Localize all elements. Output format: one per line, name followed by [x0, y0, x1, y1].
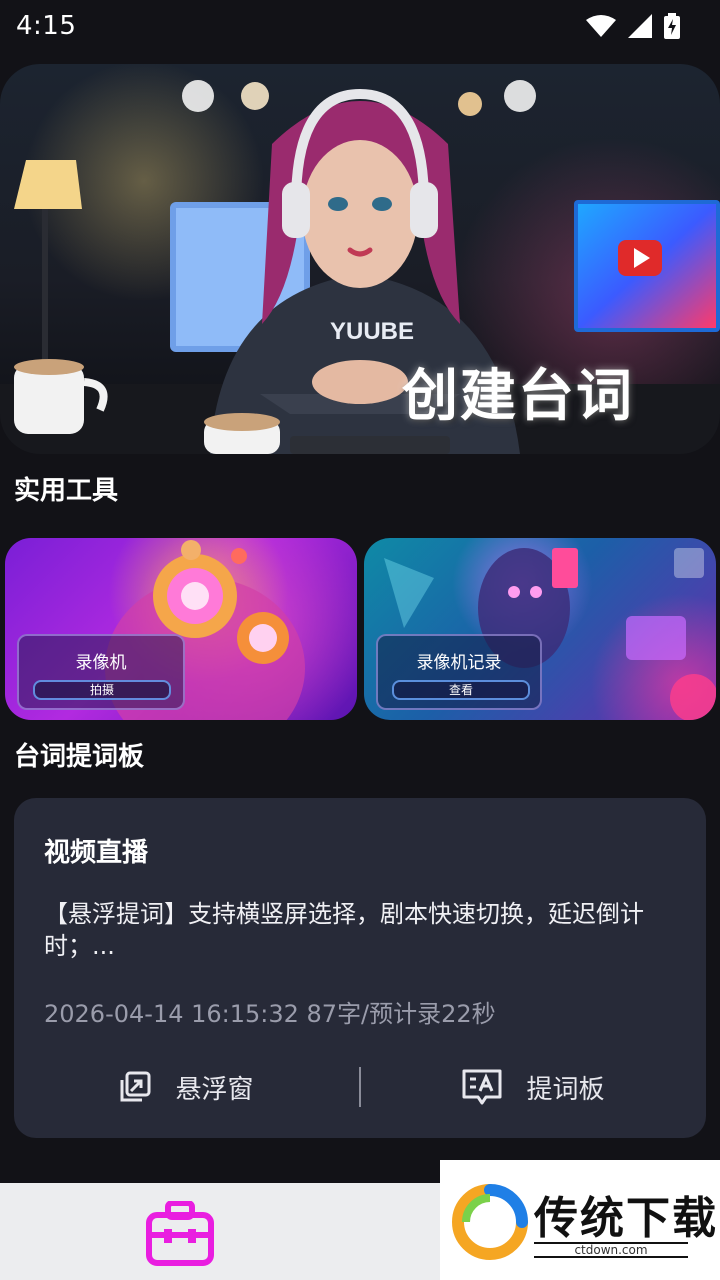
script-meta: 2026-04-14 16:15:32 87字/预计录22秒 [44, 1000, 496, 1028]
floating-window-button[interactable]: 悬浮窗 [14, 1067, 359, 1107]
shirt-text: YUUBE [330, 318, 414, 345]
toolbox-icon [146, 1200, 214, 1266]
camera-tool-name: 录像机 [75, 653, 127, 673]
status-time: 4:15 [16, 11, 77, 41]
status-bar: 4:15 [0, 0, 720, 52]
floating-window-label: 悬浮窗 [175, 1074, 254, 1105]
tools-section-title: 实用工具 [14, 476, 119, 506]
camera-tool-card[interactable]: 录像机 拍摄 [5, 538, 357, 720]
nav-tools-tab[interactable] [146, 1200, 214, 1271]
camera-tool-panel: 录像机 拍摄 [17, 634, 185, 710]
watermark-logo-icon [452, 1184, 528, 1260]
wifi-icon [586, 15, 616, 37]
board-section-title: 台词提词板 [14, 742, 145, 772]
script-description: 【悬浮提词】支持横竖屏选择，剧本快速切换，延迟倒计时；... [44, 900, 644, 960]
watermark-text: 传统下载 [534, 1193, 718, 1244]
create-script-banner[interactable]: YUUBE 创建台词 [0, 64, 720, 454]
script-actions: 悬浮窗 提词板 [14, 1064, 706, 1110]
teleprompter-label: 提词板 [526, 1074, 605, 1105]
floating-window-icon [120, 1071, 151, 1102]
script-card[interactable]: 视频直播 【悬浮提词】支持横竖屏选择，剧本快速切换，延迟倒计时；... 2026… [14, 798, 706, 1138]
teleprompter-button[interactable]: 提词板 [361, 1067, 706, 1107]
history-tool-name: 录像机记录 [416, 653, 502, 673]
teleprompter-icon [462, 1069, 502, 1105]
watermark-sub: ctdown.com [534, 1242, 688, 1258]
recording-history-card[interactable]: 录像机记录 查看 [364, 538, 716, 720]
status-icons [586, 13, 680, 39]
view-button[interactable]: 查看 [392, 680, 530, 700]
hero-title: 创建台词 [402, 364, 634, 429]
history-tool-panel: 录像机记录 查看 [376, 634, 542, 710]
shoot-button[interactable]: 拍摄 [33, 680, 171, 700]
battery-charging-icon [664, 13, 680, 39]
watermark: 传统下载 ctdown.com [440, 1160, 720, 1280]
script-title: 视频直播 [44, 838, 149, 868]
signal-icon [628, 14, 652, 38]
